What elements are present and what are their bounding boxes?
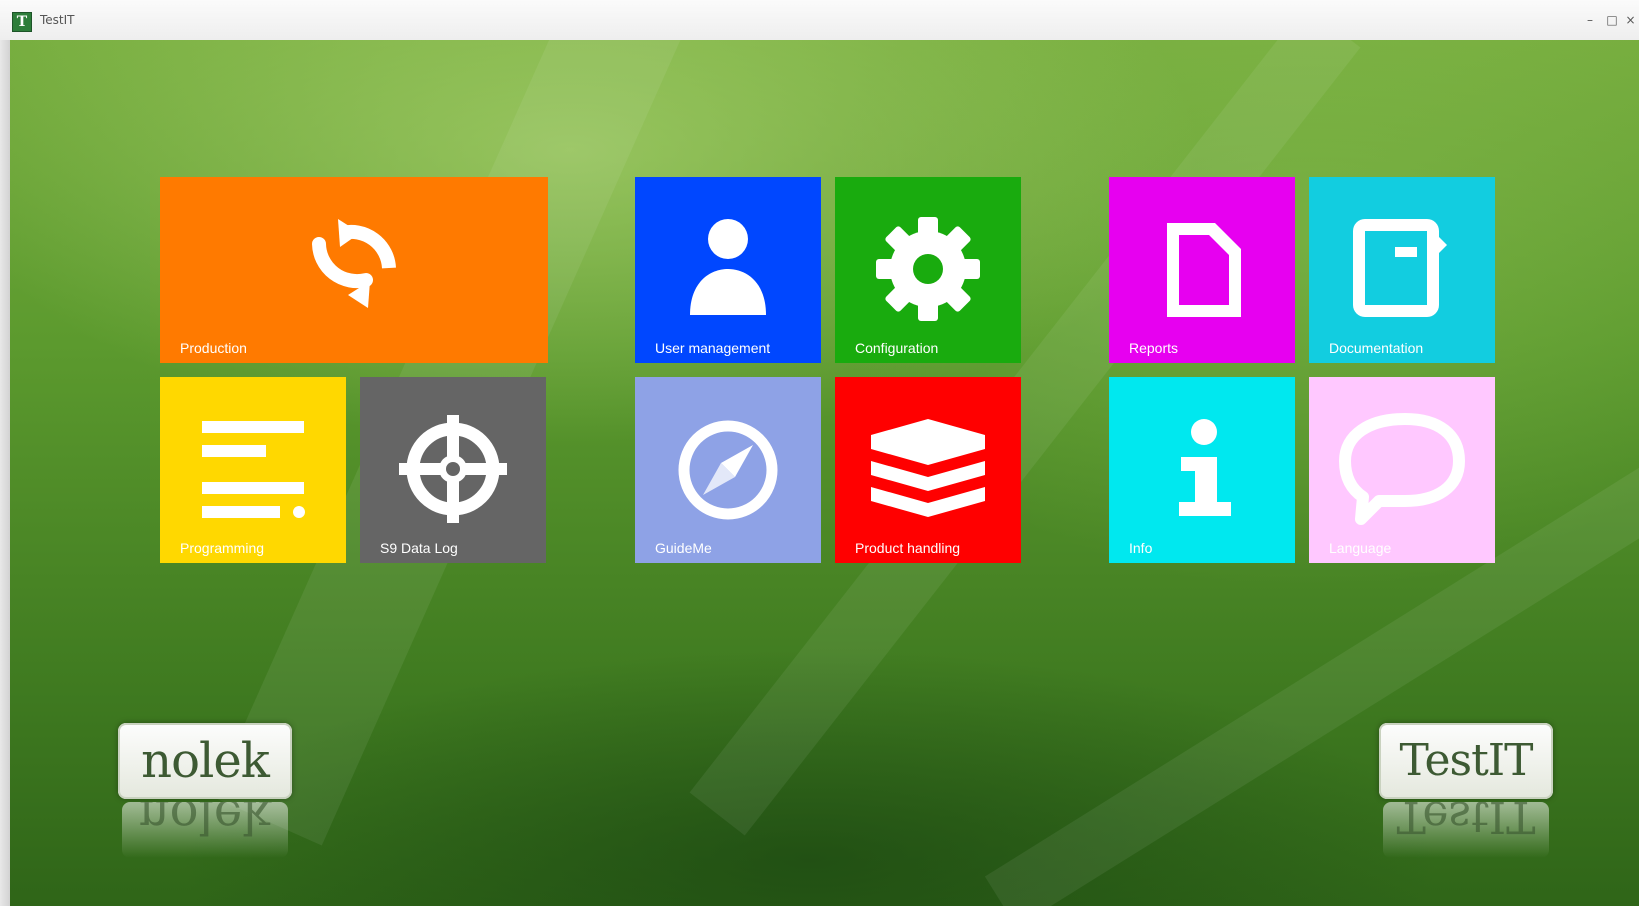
notebook-icon xyxy=(1353,219,1447,317)
testit-reflection-text: TestIT xyxy=(1396,802,1536,842)
tile-guideme[interactable]: GuideMe xyxy=(635,377,821,563)
tile-product-handling[interactable]: Product handling xyxy=(835,377,1021,563)
tile-documentation[interactable]: Documentation xyxy=(1309,177,1495,363)
tile-configuration[interactable]: Configuration xyxy=(835,177,1021,363)
testit-logo-reflection: TestIT xyxy=(1383,802,1549,858)
tile-info[interactable]: Info xyxy=(1109,377,1295,563)
title-bar: T TestIT – □ × xyxy=(0,0,1639,41)
nolek-logo-text: nolek xyxy=(141,733,270,789)
layers-icon xyxy=(871,419,985,517)
maximize-button[interactable]: □ xyxy=(1602,11,1622,29)
close-button[interactable]: × xyxy=(1622,11,1639,29)
tile-label: Production xyxy=(180,340,247,356)
minimize-button[interactable]: – xyxy=(1580,11,1600,29)
user-icon xyxy=(690,219,766,315)
tile-user-management[interactable]: User management xyxy=(635,177,821,363)
tile-label: User management xyxy=(655,340,771,356)
tile-language[interactable]: Language xyxy=(1309,377,1495,563)
tile-label: S9 Data Log xyxy=(380,540,458,556)
app-icon: T xyxy=(12,12,32,32)
gear-icon xyxy=(876,217,980,321)
refresh-icon xyxy=(312,219,396,308)
tile-label: GuideMe xyxy=(655,540,712,556)
app-window: T TestIT – □ × Production Programming S9… xyxy=(0,0,1639,906)
tile-programming[interactable]: Programming xyxy=(160,377,346,563)
info-icon xyxy=(1179,419,1231,516)
list-icon xyxy=(202,421,305,518)
compass-icon xyxy=(678,420,778,520)
target-icon xyxy=(399,415,507,523)
tile-label: Configuration xyxy=(855,340,939,356)
tile-label: Programming xyxy=(180,540,265,556)
nolek-logo: nolek xyxy=(118,723,292,799)
tile-label: Documentation xyxy=(1329,340,1424,356)
tile-reports[interactable]: Reports xyxy=(1109,177,1295,363)
tile-label: Info xyxy=(1129,540,1153,556)
testit-logo-text: TestIT xyxy=(1399,735,1534,786)
tile-s9-data-log[interactable]: S9 Data Log xyxy=(360,377,546,563)
nolek-logo-reflection: nolek xyxy=(122,802,288,858)
nolek-reflection-text: nolek xyxy=(138,802,272,844)
speech-bubble-icon xyxy=(1339,413,1465,525)
tile-label: Product handling xyxy=(855,540,961,556)
testit-logo: TestIT xyxy=(1379,723,1553,799)
start-screen: Production Programming S9 Data Log User … xyxy=(10,40,1639,906)
tile-production[interactable]: Production xyxy=(160,177,548,363)
tile-label: Language xyxy=(1329,540,1392,556)
tile-label: Reports xyxy=(1129,340,1179,356)
document-icon xyxy=(1167,223,1241,317)
window-title: TestIT xyxy=(40,13,75,27)
window-left-border xyxy=(0,40,10,906)
